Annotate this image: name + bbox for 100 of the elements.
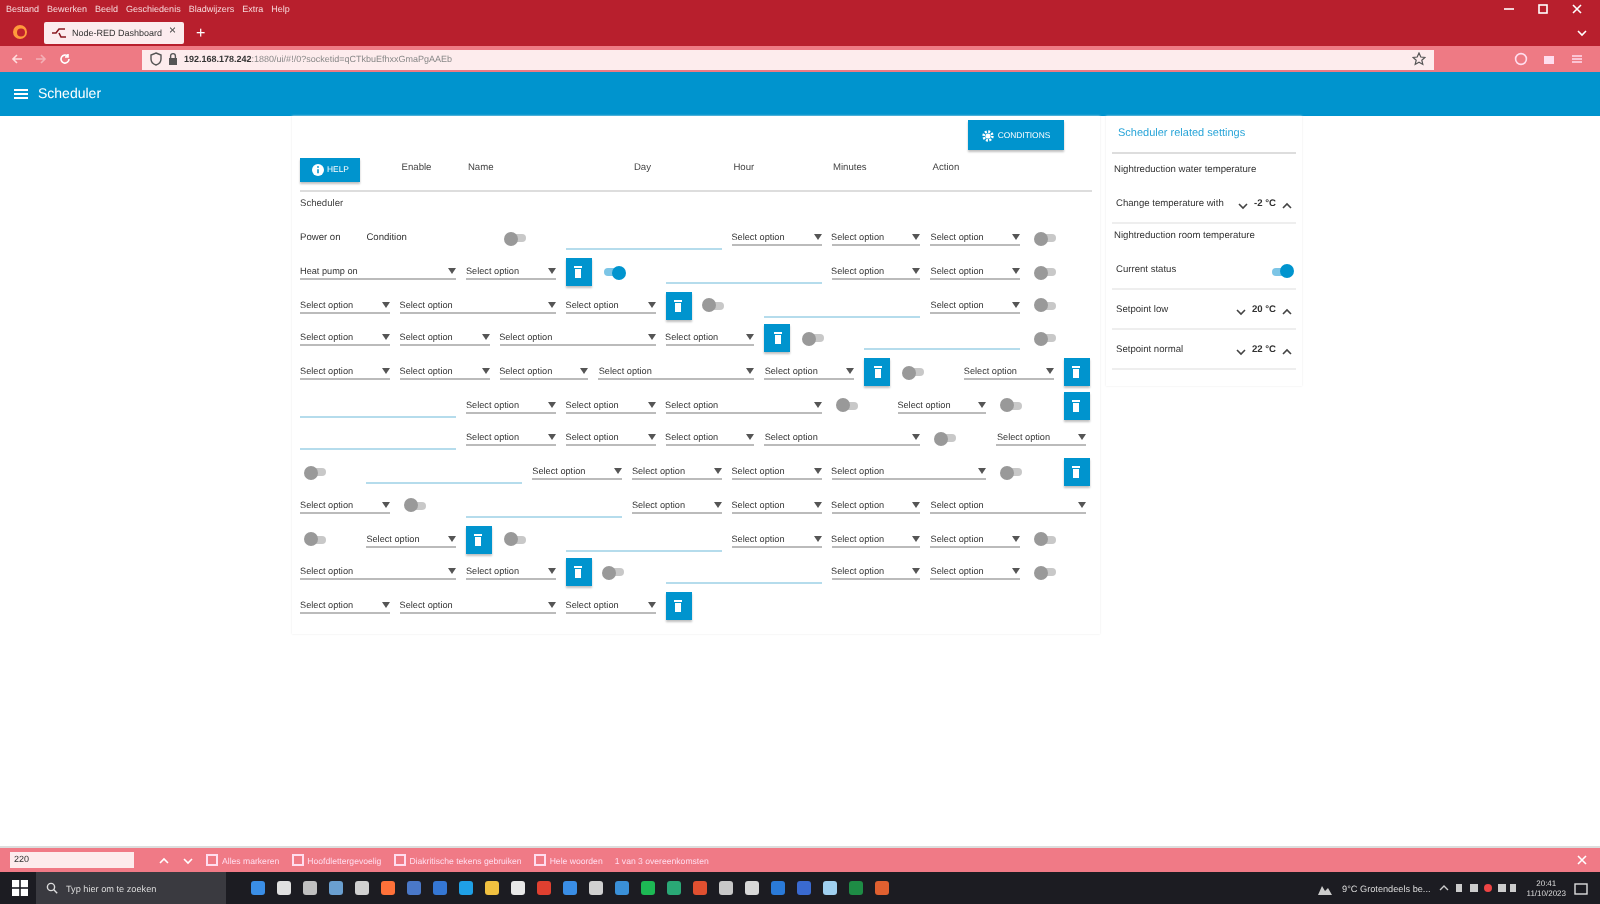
dropdown-arrow-icon: [912, 268, 921, 275]
dropdown-arrow-icon: [481, 334, 490, 341]
toggle-switch[interactable]: [903, 368, 924, 377]
trash-icon: [674, 299, 683, 312]
delete-button[interactable]: [1063, 458, 1090, 487]
trash-icon: [773, 332, 782, 345]
chevron-up-icon[interactable]: [1282, 201, 1292, 209]
lock-icon: [168, 52, 178, 66]
pocket-icon[interactable]: [1514, 52, 1528, 66]
dropdown-arrow-icon: [580, 368, 589, 375]
browser-logo-icon[interactable]: [12, 24, 28, 40]
delete-button[interactable]: [1063, 358, 1090, 387]
toggle-switch[interactable]: [1036, 268, 1057, 277]
toggle-switch[interactable]: [505, 234, 526, 243]
dropdown-arrow-icon: [912, 234, 921, 241]
trash-icon: [574, 566, 583, 579]
dropdown-arrow-icon: [813, 234, 821, 241]
chevron-down-icon[interactable]: [1238, 201, 1249, 209]
dropdown-arrow-icon: [381, 301, 390, 308]
menu-icon[interactable]: [1570, 52, 1584, 66]
dropdown-arrow-icon: [912, 434, 921, 441]
flow-icon: [52, 27, 66, 37]
trash-icon: [1072, 366, 1081, 379]
start-icon[interactable]: [12, 880, 28, 896]
toggle-switch[interactable]: [604, 268, 625, 277]
dropdown-arrow-icon: [381, 601, 390, 608]
chevron-up-icon[interactable]: [1282, 347, 1292, 355]
tray-icons-drawing[interactable]: [1438, 882, 1519, 894]
checkbox[interactable]: [393, 854, 406, 866]
toggle-switch[interactable]: [803, 334, 824, 343]
dropdown-arrow-icon: [647, 601, 656, 608]
dropdown-arrow-icon: [912, 535, 921, 542]
dropdown-arrow-icon: [547, 434, 556, 441]
toggle-switch[interactable]: [1036, 568, 1057, 577]
trash-icon: [674, 599, 683, 612]
dropdown-arrow-icon: [547, 301, 556, 308]
dropdown-arrow-icon: [447, 535, 456, 542]
toggle-switch[interactable]: [936, 434, 957, 443]
weather-icon[interactable]: [1316, 881, 1335, 895]
delete-button[interactable]: [565, 258, 592, 287]
chevron-down-icon[interactable]: [1235, 347, 1246, 355]
trash-icon: [1072, 399, 1081, 412]
dropdown-arrow-icon: [813, 535, 821, 542]
delete-button[interactable]: [864, 358, 891, 387]
toggle-switch[interactable]: [1002, 468, 1023, 477]
delete-button[interactable]: [565, 558, 592, 587]
trash-icon: [873, 366, 882, 379]
dropdown-arrow-icon: [713, 501, 722, 508]
checkbox[interactable]: [291, 854, 304, 866]
delete-button[interactable]: [465, 525, 492, 554]
toggle-switch[interactable]: [604, 568, 625, 577]
toggle-switch[interactable]: [1002, 401, 1023, 410]
toggle-switch[interactable]: [306, 468, 326, 477]
gear-icon: [981, 129, 994, 141]
dropdown-arrow-icon: [978, 468, 987, 475]
close-icon[interactable]: [1570, 2, 1584, 16]
dropdown-arrow-icon: [447, 268, 456, 275]
star-icon[interactable]: [1412, 52, 1426, 66]
dropdown-arrow-icon: [746, 434, 755, 441]
toggle-switch[interactable]: [837, 401, 857, 410]
checkbox[interactable]: [533, 854, 546, 866]
back-icon[interactable]: [10, 52, 24, 66]
toggle-switch[interactable]: [704, 301, 725, 310]
delete-button[interactable]: [1063, 391, 1090, 420]
dropdown-arrow-icon: [846, 368, 855, 375]
toggle-switch[interactable]: [505, 535, 526, 544]
reload-icon[interactable]: [58, 52, 72, 66]
dropdown-arrow-icon: [912, 568, 921, 575]
checkbox[interactable]: [206, 854, 218, 866]
minimize-icon[interactable]: [1502, 2, 1516, 16]
close-icon[interactable]: [1576, 854, 1588, 866]
dropdown-arrow-icon: [1012, 535, 1021, 542]
dropdown-arrow-icon: [381, 501, 390, 508]
notification-icon[interactable]: [1574, 881, 1588, 895]
search-icon: [46, 882, 58, 894]
toggle-switch[interactable]: [1036, 334, 1057, 343]
delete-button[interactable]: [665, 591, 692, 620]
dropdown-arrow-icon: [647, 434, 656, 441]
chevron-up-icon[interactable]: [1282, 307, 1292, 315]
toggle-switch[interactable]: [405, 501, 426, 510]
dropdown-arrow-icon: [481, 368, 490, 375]
chevron-down-icon[interactable]: [1235, 307, 1246, 315]
dropdown-arrow-icon: [613, 468, 622, 475]
dropdown-arrow-icon: [713, 468, 722, 475]
toggle-switch[interactable]: [1272, 267, 1292, 275]
toggle-switch[interactable]: [1036, 535, 1057, 544]
dropdown-arrow-icon: [447, 568, 456, 575]
dropdown-arrow-icon: [547, 401, 556, 408]
new-tab-button[interactable]: +: [196, 23, 206, 41]
dropdown-arrow-icon: [1012, 568, 1021, 575]
delete-button[interactable]: [764, 324, 791, 353]
dropdown-arrow-icon: [647, 401, 656, 408]
toggle-switch[interactable]: [306, 535, 326, 544]
toggle-switch[interactable]: [1036, 301, 1057, 310]
dropdown-arrow-icon: [1012, 268, 1021, 275]
toggle-switch[interactable]: [1036, 234, 1057, 243]
dropdown-arrow-icon: [813, 468, 821, 475]
delete-button[interactable]: [665, 291, 692, 320]
maximize-icon[interactable]: [1536, 2, 1550, 16]
extension-icon[interactable]: [1542, 52, 1556, 66]
